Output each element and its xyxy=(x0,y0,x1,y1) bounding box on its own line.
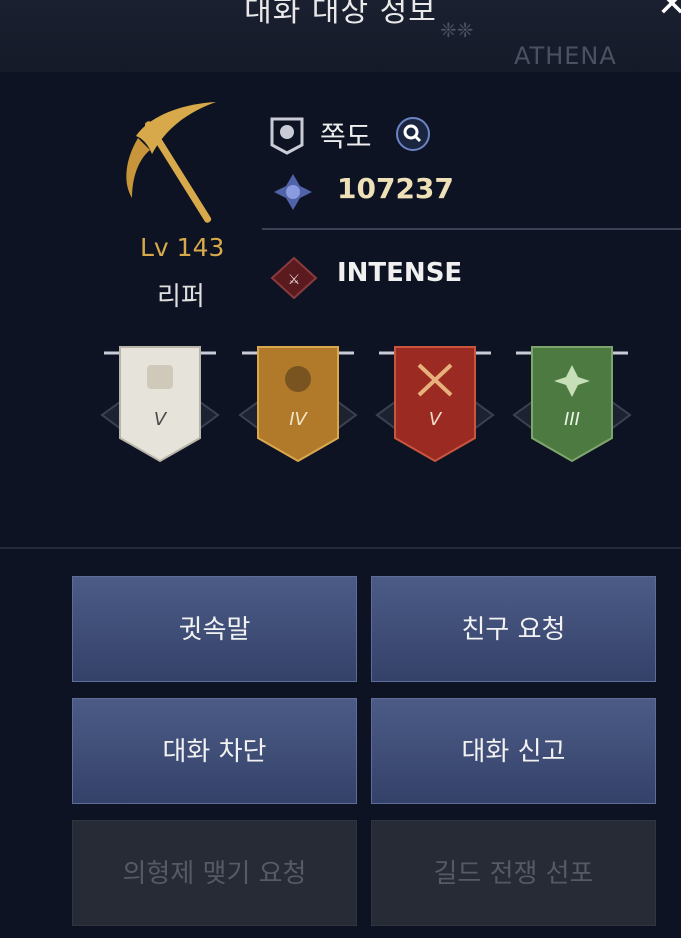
brotherhood-request-button[interactable]: 의형제 맺기 요청 xyxy=(72,820,357,926)
banner-writing-numeral: V xyxy=(154,409,168,430)
banner-mask-numeral: IV xyxy=(289,409,308,430)
banner-emblem-numeral: III xyxy=(564,409,580,430)
character-name: 쪽도 xyxy=(320,120,372,153)
friend-request-button[interactable]: 친구 요청 xyxy=(371,576,656,682)
guild-name: INTENSE xyxy=(337,258,463,288)
dialog-title: 대화 대상 정보 xyxy=(244,0,437,29)
character-crest-icon xyxy=(270,117,304,155)
svg-text:⚔: ⚔ xyxy=(288,272,301,288)
whisper-button[interactable]: 귓속말 xyxy=(72,576,357,682)
dialog-header: 대화 대상 정보 ❈❈ ATHENA ✕ xyxy=(0,0,681,73)
banner-mask: IV xyxy=(238,346,358,463)
watermark-glyph-icon: ❈❈ xyxy=(440,18,474,42)
search-button[interactable] xyxy=(396,117,430,151)
magnifier-icon xyxy=(403,124,422,143)
guild-war-declare-button[interactable]: 길드 전쟁 선포 xyxy=(371,820,656,926)
close-icon[interactable]: ✕ xyxy=(657,0,681,25)
banner-swords: V xyxy=(375,346,495,463)
combat-power-value: 107237 xyxy=(337,172,454,205)
class-name: 리퍼 xyxy=(157,282,205,312)
banner-writing: V xyxy=(100,346,220,463)
watermark: ATHENA xyxy=(514,42,617,70)
scythe-class-icon xyxy=(126,102,216,223)
section-divider xyxy=(0,547,681,549)
combat-power-icon xyxy=(274,174,312,210)
banner-emblem: III xyxy=(512,346,632,463)
guild-emblem-icon: ⚔ xyxy=(270,256,318,300)
report-chat-button[interactable]: 대화 신고 xyxy=(371,698,656,804)
block-chat-button[interactable]: 대화 차단 xyxy=(72,698,357,804)
banner-swords-numeral: V xyxy=(429,409,443,430)
info-divider xyxy=(262,228,681,230)
level-label: Lv 143 xyxy=(140,233,225,262)
